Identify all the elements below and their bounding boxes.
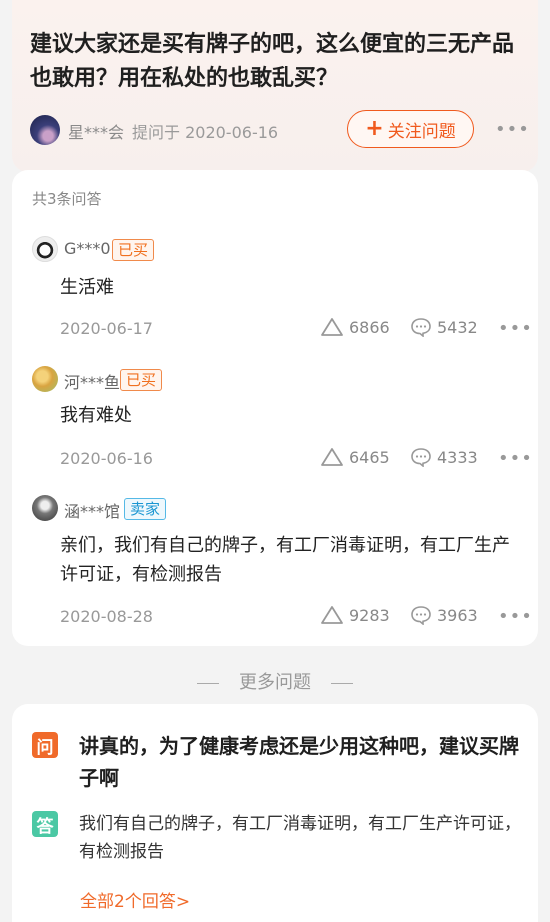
follow-question-label: 关注问题: [387, 121, 456, 142]
answer-text: 亲们，我们有自己的牌子，有工厂消毒证明，有工厂生产许可证，有检测报告: [60, 535, 510, 585]
answer-author[interactable]: G***0: [64, 239, 111, 258]
like-count: 6866: [349, 317, 390, 337]
more-questions-divider: 更多问题: [0, 668, 550, 694]
more-options-icon[interactable]: •••: [495, 121, 530, 139]
comment-button[interactable]: 3963: [410, 605, 478, 625]
divider-line: [331, 682, 353, 684]
more-options-icon[interactable]: •••: [498, 608, 533, 626]
all-answers-link[interactable]: 全部2个回答>: [80, 887, 190, 912]
triangle-like-icon: [321, 448, 343, 466]
answer-author[interactable]: 涵***馆: [64, 498, 120, 522]
comment-icon: [411, 606, 431, 625]
related-question-card[interactable]: 问 讲真的，为了健康考虑还是少用这种吧，建议买牌子啊 答 我们有自己的牌子，有工…: [12, 704, 538, 922]
more-options-icon[interactable]: •••: [498, 320, 533, 338]
comment-icon: [411, 448, 431, 467]
bought-badge: 已买: [112, 239, 155, 261]
answer-avatar[interactable]: [32, 236, 58, 262]
comment-button[interactable]: 4333: [410, 447, 478, 467]
triangle-like-icon: [321, 318, 343, 336]
related-answer-text: 我们有自己的牌子，有工厂消毒证明，有工厂生产许可证，有检测报告: [79, 814, 521, 862]
answer-avatar[interactable]: [32, 495, 58, 521]
like-button[interactable]: 6866: [320, 317, 390, 337]
comment-icon: [411, 318, 431, 337]
comment-count: 3963: [437, 605, 478, 625]
like-button[interactable]: 6465: [320, 447, 390, 467]
answer-author[interactable]: 河***鱼: [64, 369, 120, 393]
answer-footer: 2020-08-28 9283 3963 •••: [12, 605, 538, 629]
like-button[interactable]: 9283: [320, 605, 390, 625]
like-count: 6465: [349, 447, 390, 467]
plus-icon: +: [365, 116, 384, 141]
question-meta: 星***会 提问于 2020-06-16 + 关注问题 •••: [30, 110, 530, 148]
answer-date: 2020-06-17: [60, 319, 153, 338]
seller-badge: 卖家: [124, 498, 167, 520]
answers-card: 共3条问答 G***0 已买 生活难 2020-06-17 6866 5432 …: [12, 170, 538, 646]
like-count: 9283: [349, 605, 390, 625]
question-tag-icon: 问: [32, 732, 58, 758]
answer-footer: 2020-06-17 6866 5432 •••: [12, 317, 538, 341]
triangle-like-icon: [321, 606, 343, 624]
more-options-icon[interactable]: •••: [498, 450, 533, 468]
comment-count: 4333: [437, 447, 478, 467]
answer-date: 2020-06-16: [60, 449, 153, 468]
answer-date: 2020-08-28: [60, 607, 153, 626]
question-title: 建议大家还是买有牌子的吧，这么便宜的三无产品也敢用？用在私处的也敢乱买？: [30, 32, 515, 91]
bought-badge: 已买: [120, 369, 163, 391]
answer-count: 共3条问答: [32, 190, 102, 208]
related-question-text[interactable]: 讲真的，为了健康考虑还是少用这种吧，建议买牌子啊: [79, 730, 524, 794]
answer-text: 生活难: [60, 277, 114, 298]
asker-name[interactable]: 星***会: [68, 119, 124, 143]
answer-avatar[interactable]: [32, 366, 58, 392]
more-questions-label: 更多问题: [239, 672, 311, 693]
answer-tag-icon: 答: [32, 811, 58, 837]
comment-count: 5432: [437, 317, 478, 337]
comment-button[interactable]: 5432: [410, 317, 478, 337]
asked-date: 提问于 2020-06-16: [132, 123, 279, 142]
asker-avatar[interactable]: [30, 115, 60, 145]
answer-text: 我有难处: [60, 405, 132, 426]
answer-footer: 2020-06-16 6465 4333 •••: [12, 447, 538, 471]
follow-question-button[interactable]: + 关注问题: [347, 110, 474, 148]
divider-line: [197, 682, 219, 684]
